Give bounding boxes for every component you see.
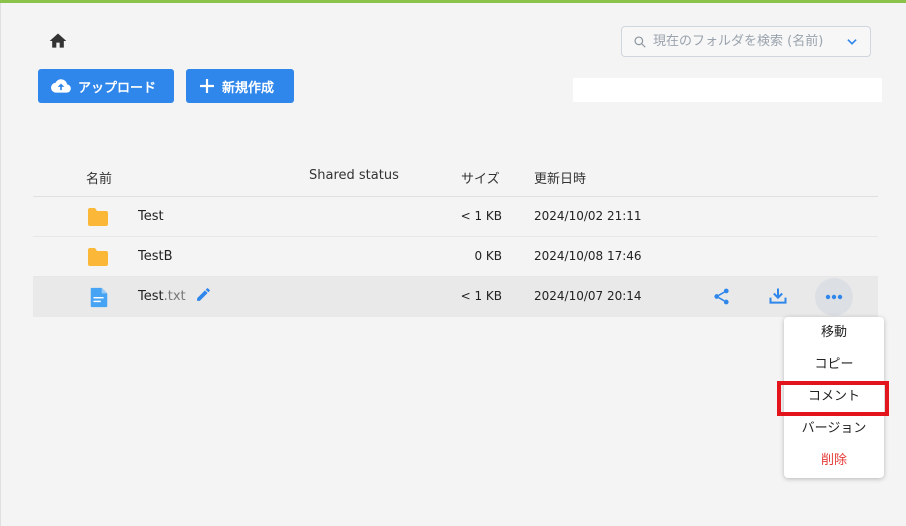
highlight-annotation [777, 381, 889, 416]
upload-button-label: アップロード [78, 80, 157, 96]
chevron-down-icon[interactable] [845, 35, 859, 49]
file-size: < 1 KB [460, 289, 502, 303]
text-file-icon [90, 287, 108, 308]
table-row-selected[interactable]: Test.txt < 1 KB 2024/10/07 20:14 [33, 277, 878, 317]
table-row[interactable]: TestB 0 KB 2024/10/08 17:46 [33, 237, 878, 277]
top-accent-bar [0, 0, 906, 3]
table-row[interactable]: Test < 1 KB 2024/10/02 21:11 [33, 197, 878, 237]
modified-date: 2024/10/02 21:11 [534, 209, 642, 223]
modified-date: 2024/10/08 17:46 [534, 249, 642, 263]
more-horizontal-icon [825, 294, 843, 300]
file-name[interactable]: Test.txt [138, 289, 186, 304]
search-box[interactable] [621, 26, 871, 57]
plus-icon [199, 78, 215, 94]
column-header-name[interactable]: 名前 [86, 168, 112, 187]
search-icon [634, 35, 646, 48]
file-size: < 1 KB [460, 209, 502, 223]
menu-item-version[interactable]: バージョン [784, 414, 884, 444]
home-icon[interactable] [48, 31, 68, 51]
left-border [0, 3, 1, 526]
download-icon[interactable] [768, 286, 788, 306]
search-input[interactable] [653, 34, 845, 49]
column-header-date[interactable]: 更新日時 [534, 168, 586, 187]
folder-icon [88, 208, 108, 226]
modified-date: 2024/10/07 20:14 [534, 289, 642, 303]
blank-panel [573, 78, 882, 102]
file-size: 0 KB [474, 249, 502, 263]
edit-pencil-icon[interactable] [195, 286, 212, 303]
menu-item-move[interactable]: 移動 [784, 318, 884, 348]
new-button[interactable]: 新規作成 [186, 69, 294, 103]
more-options-button[interactable] [815, 278, 853, 316]
menu-item-delete[interactable]: 削除 [784, 446, 884, 476]
share-icon[interactable] [712, 287, 731, 306]
menu-item-copy[interactable]: コピー [784, 350, 884, 380]
file-name[interactable]: TestB [138, 249, 173, 264]
upload-button[interactable]: アップロード [38, 69, 174, 103]
new-button-label: 新規作成 [222, 80, 275, 96]
file-name[interactable]: Test [138, 209, 164, 224]
folder-icon [88, 248, 108, 266]
column-header-size[interactable]: サイズ [461, 168, 500, 187]
cloud-upload-icon [51, 78, 71, 94]
column-header-shared[interactable]: Shared status [309, 168, 399, 183]
